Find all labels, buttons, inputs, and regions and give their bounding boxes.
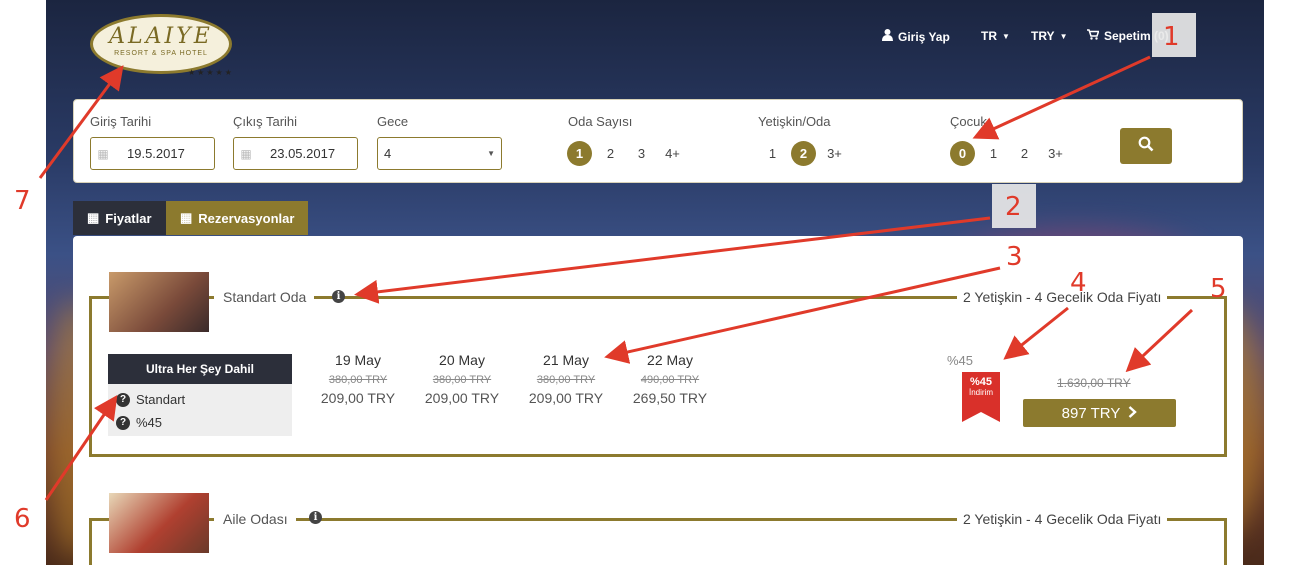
day-price: 20 May 380,00 TRY 209,00 TRY xyxy=(419,352,505,406)
old-total-price: 1.630,00 TRY xyxy=(1057,376,1131,390)
room-photo[interactable] xyxy=(109,272,209,332)
price-label: 2 Yetişkin - 4 Gecelik Oda Fiyatı xyxy=(957,511,1168,527)
ribbon-text: İndirim xyxy=(968,388,993,397)
hotel-logo[interactable]: ALAIYE RESORT & SPA HOTEL ★★★★★ xyxy=(90,14,234,77)
annotation-number: 7 xyxy=(14,186,31,216)
login-label: Giriş Yap xyxy=(898,29,950,44)
rooms-option-1[interactable]: 1 xyxy=(567,141,592,166)
children-option-1[interactable]: 1 xyxy=(981,141,1006,166)
currency-label: TRY xyxy=(1031,29,1055,43)
checkin-value: 19.5.2017 xyxy=(127,146,185,161)
tab-reservations-label: Rezervasyonlar xyxy=(198,210,295,226)
chevron-down-icon: ▼ xyxy=(1059,31,1068,41)
day-old-price: 380,00 TRY xyxy=(536,374,596,386)
rooms-options: 1 2 3 4+ xyxy=(567,141,685,166)
day-new-price: 209,00 TRY xyxy=(528,390,604,406)
tab-prices[interactable]: ▦ Fiyatlar xyxy=(73,201,166,235)
book-button[interactable]: 897 TRY xyxy=(1023,399,1176,427)
tab-prices-label: Fiyatlar xyxy=(105,210,152,226)
rate-discount: %45 xyxy=(136,415,163,430)
annotation-number: 4 xyxy=(1070,268,1087,298)
info-icon[interactable]: i xyxy=(309,511,322,524)
day-date: 22 May xyxy=(647,352,693,368)
day-date: 20 May xyxy=(439,352,485,368)
chevron-down-icon: ▼ xyxy=(487,149,495,158)
chevron-down-icon: ▼ xyxy=(1002,31,1010,41)
day-price: 21 May 380,00 TRY 209,00 TRY xyxy=(523,352,609,406)
room-photo[interactable] xyxy=(109,493,209,553)
checkout-field[interactable]: ▦ 23.05.2017 xyxy=(233,137,358,170)
calendar-icon: ▦ xyxy=(97,146,109,161)
login-link[interactable]: Giriş Yap xyxy=(882,29,950,44)
day-price: 19 May 380,00 TRY 209,00 TRY xyxy=(315,352,401,406)
checkin-label: Giriş Tarihi xyxy=(90,114,152,129)
annotation-number: 6 xyxy=(14,504,31,534)
board-type: Ultra Her Şey Dahil xyxy=(108,354,292,384)
day-old-price: 490,00 TRY xyxy=(640,374,700,386)
day-new-price: 209,00 TRY xyxy=(424,390,500,406)
adults-options: 1 2 3+ xyxy=(760,141,847,166)
day-old-price: 380,00 TRY xyxy=(432,374,492,386)
search-panel: Giriş Tarihi ▦ 19.5.2017 Çıkış Tarihi ▦ … xyxy=(73,99,1243,183)
room-name[interactable]: Standart Oda xyxy=(214,289,315,305)
day-new-price: 209,00 TRY xyxy=(320,390,396,406)
search-button[interactable] xyxy=(1120,128,1172,164)
info-icon[interactable]: i xyxy=(332,290,345,303)
cart-icon xyxy=(1087,29,1100,43)
rooms-option-2[interactable]: 2 xyxy=(598,141,623,166)
rooms-option-3[interactable]: 3 xyxy=(629,141,654,166)
children-options: 0 1 2 3+ xyxy=(950,141,1068,166)
day-old-price: 380,00 TRY xyxy=(328,374,388,386)
page: ALAIYE RESORT & SPA HOTEL ★★★★★ Giriş Ya… xyxy=(0,0,1309,565)
adults-label: Yetişkin/Oda xyxy=(758,114,831,129)
book-button-label: 897 TRY xyxy=(1061,404,1121,422)
rate-plan: Ultra Her Şey Dahil ? Standart ? %45 xyxy=(108,354,292,436)
language-dropdown[interactable]: TR ▼ xyxy=(981,29,1010,43)
tab-reservations[interactable]: ▦ Rezervasyonlar xyxy=(166,201,309,235)
calendar-icon: ▦ xyxy=(180,210,193,225)
rooms-label: Oda Sayısı xyxy=(568,114,633,129)
calendar-icon: ▦ xyxy=(240,146,252,161)
logo-brand: ALAIYE xyxy=(109,24,213,49)
children-option-0[interactable]: 0 xyxy=(950,141,975,166)
annotation-number: 1 xyxy=(1163,22,1180,52)
adults-option-2[interactable]: 2 xyxy=(791,141,816,166)
question-icon[interactable]: ? xyxy=(116,415,130,430)
question-icon[interactable]: ? xyxy=(116,392,130,407)
annotation-number: 3 xyxy=(1006,242,1023,272)
adults-option-3plus[interactable]: 3+ xyxy=(822,141,847,166)
adults-option-1[interactable]: 1 xyxy=(760,141,785,166)
room-name[interactable]: Aile Odası xyxy=(214,511,296,527)
children-label: Çocuk xyxy=(950,114,987,129)
day-date: 21 May xyxy=(543,352,589,368)
children-option-2[interactable]: 2 xyxy=(1012,141,1037,166)
language-label: TR xyxy=(981,29,997,43)
user-icon xyxy=(882,29,893,44)
search-icon xyxy=(1138,136,1154,157)
calendar-icon: ▦ xyxy=(87,210,100,225)
annotation-number: 2 xyxy=(1005,192,1022,222)
chevron-right-icon xyxy=(1128,405,1138,422)
children-option-3plus[interactable]: 3+ xyxy=(1043,141,1068,166)
checkout-label: Çıkış Tarihi xyxy=(233,114,298,129)
annotation-number: 5 xyxy=(1210,274,1227,304)
nights-value: 4 xyxy=(384,146,392,161)
checkout-value: 23.05.2017 xyxy=(270,146,336,161)
price-label: 2 Yetişkin - 4 Gecelik Oda Fiyatı xyxy=(957,289,1168,305)
nights-select[interactable]: 4 ▼ xyxy=(377,137,502,170)
currency-dropdown[interactable]: TRY ▼ xyxy=(1031,29,1067,43)
discount-percent: %45 xyxy=(947,353,974,368)
logo-subtitle: RESORT & SPA HOTEL xyxy=(114,50,208,57)
rooms-option-4plus[interactable]: 4+ xyxy=(660,141,685,166)
checkin-field[interactable]: ▦ 19.5.2017 xyxy=(90,137,215,170)
logo-stars: ★★★★★ xyxy=(188,68,234,77)
nights-label: Gece xyxy=(377,114,409,129)
day-new-price: 269,50 TRY xyxy=(632,390,708,406)
ribbon-percent: %45 xyxy=(969,376,993,388)
day-price: 22 May 490,00 TRY 269,50 TRY xyxy=(627,352,713,406)
rate-name: Standart xyxy=(136,392,186,407)
day-date: 19 May xyxy=(335,352,381,368)
